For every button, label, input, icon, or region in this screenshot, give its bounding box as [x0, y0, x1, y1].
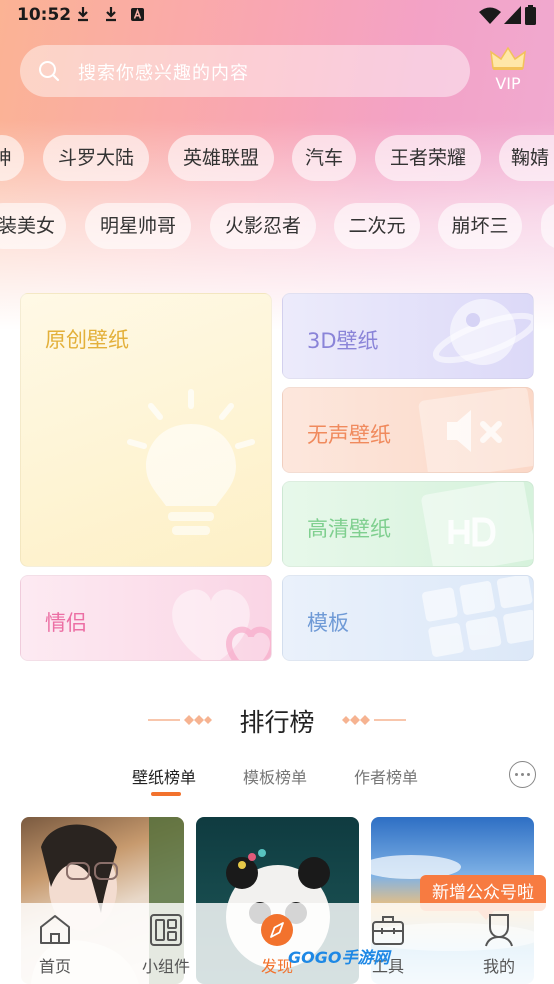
category-label: 模板 — [307, 611, 349, 635]
tag-chip[interactable]: 鞠婧 — [499, 135, 554, 181]
search-bar[interactable]: 搜索你感兴趣的内容 — [20, 45, 470, 97]
profile-icon — [485, 914, 513, 947]
category-label: 3D壁纸 — [307, 329, 379, 353]
planet-icon — [433, 299, 533, 365]
template-grid-icon — [422, 576, 533, 657]
category-label: 情侣 — [45, 611, 87, 635]
toolbox-icon — [372, 916, 404, 945]
screen: 10:52 搜索你感兴趣的内容 VIP 神 斗罗大陆 英雄联盟 汽车 王者荣耀 … — [0, 0, 554, 984]
hd-film-icon — [421, 482, 533, 566]
tab-template-ranking[interactable]: 模板榜单 — [243, 764, 307, 788]
home-icon — [40, 915, 70, 944]
tag-chip[interactable]: 斗罗大陆 — [43, 135, 149, 181]
download-icon — [106, 7, 116, 22]
ranking-right-ornament — [342, 715, 406, 725]
compass-icon — [261, 914, 293, 946]
ranking-title: 排行榜 — [239, 708, 315, 737]
lightbulb-icon — [127, 389, 255, 535]
tag-chip[interactable]: 王者荣耀 — [375, 135, 481, 181]
nav-item-profile[interactable]: 我的 — [444, 903, 554, 984]
tag-chip[interactable]: 英雄联盟 — [168, 135, 274, 181]
heart-icon — [172, 589, 271, 660]
mute-icon — [418, 388, 533, 472]
tag-chip[interactable]: 装美女 — [0, 203, 66, 249]
search-icon — [39, 61, 60, 82]
status-time: 10:52 — [17, 5, 72, 25]
widgets-icon — [150, 914, 182, 946]
signal-icon — [504, 6, 521, 24]
status-bar: 10:52 — [0, 0, 554, 32]
bottom-nav: 首页 小组件 发现 工具 我的 — [0, 903, 554, 984]
nav-label: 首页 — [38, 957, 71, 976]
crown-icon — [490, 46, 526, 70]
tag-chip[interactable]: 崩坏三 — [438, 203, 522, 249]
more-options-icon[interactable] — [509, 761, 536, 788]
tag-chip[interactable]: 火影忍者 — [210, 203, 316, 249]
category-couple[interactable]: 情侣 — [20, 575, 272, 661]
category-template[interactable]: 模板 — [282, 575, 534, 661]
nav-label: 小组件 — [141, 957, 190, 976]
category-label: 原创壁纸 — [45, 328, 129, 352]
vip-label: VIP — [495, 74, 521, 93]
category-original-wallpaper[interactable]: 原创壁纸 — [20, 293, 272, 567]
vip-button[interactable]: VIP — [488, 44, 528, 96]
tab-author-ranking[interactable]: 作者榜单 — [354, 764, 418, 788]
download-icon — [78, 7, 88, 22]
tab-wallpaper-ranking[interactable]: 壁纸榜单 — [132, 764, 196, 788]
category-3d-wallpaper[interactable]: 3D壁纸 — [282, 293, 534, 379]
nav-item-home[interactable]: 首页 — [0, 903, 110, 984]
category-label: 高清壁纸 — [307, 517, 391, 541]
nav-item-widgets[interactable]: 小组件 — [111, 903, 221, 984]
category-hd-wallpaper[interactable]: 高清壁纸 — [282, 481, 534, 567]
wifi-icon — [479, 7, 501, 24]
battery-icon — [525, 5, 536, 25]
active-tab-indicator — [151, 792, 181, 796]
watermark-logo: GOGO手游网 — [288, 948, 390, 967]
category-silent-wallpaper[interactable]: 无声壁纸 — [282, 387, 534, 473]
tag-chip[interactable]: 汽车 — [292, 135, 356, 181]
app-a-icon — [131, 8, 144, 21]
nav-label: 我的 — [482, 957, 515, 976]
category-label: 无声壁纸 — [307, 423, 391, 447]
tag-chip[interactable]: 二次元 — [334, 203, 420, 249]
tag-chip[interactable]: 明星帅哥 — [85, 203, 191, 249]
search-placeholder: 搜索你感兴趣的内容 — [78, 63, 249, 84]
